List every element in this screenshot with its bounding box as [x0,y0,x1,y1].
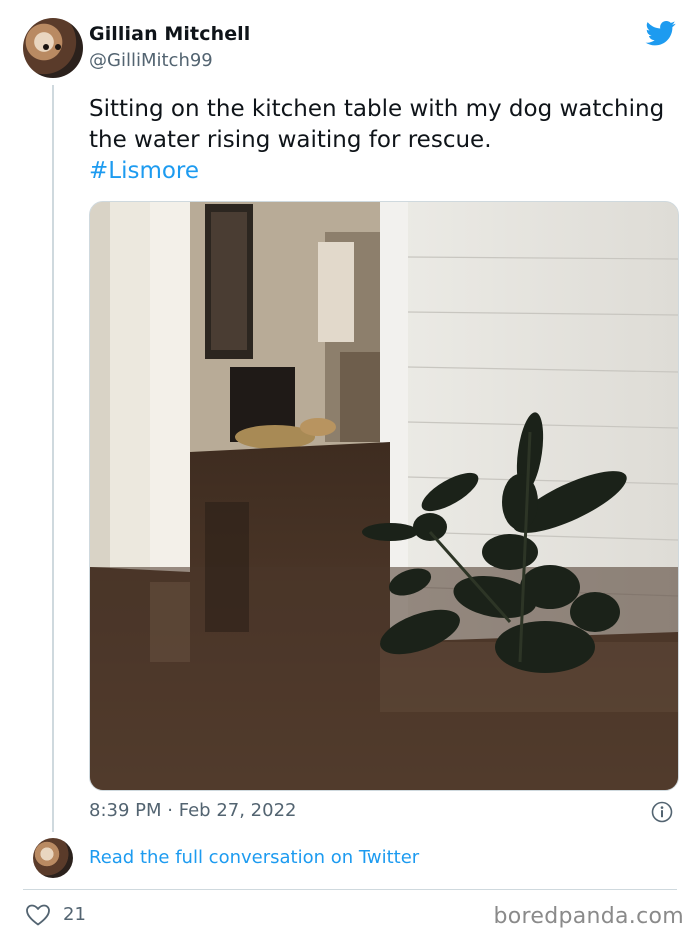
tweet-timestamp[interactable]: 8:39 PM · Feb 27, 2022 [89,800,296,821]
read-conversation-link[interactable]: Read the full conversation on Twitter [89,847,419,868]
author-name[interactable]: Gillian Mitchell [89,23,250,45]
avatar-eye-right [55,44,61,50]
tweet-card: Gillian Mitchell @GilliMitch99 Sitting o… [0,0,700,942]
author-avatar[interactable] [23,18,83,78]
info-icon[interactable] [651,801,673,823]
thread-line [52,85,54,832]
tweet-text: Sitting on the kitchen table with my dog… [89,94,679,187]
watermark: boredpanda.com [493,904,684,929]
timestamp-separator: · [167,800,173,821]
author-avatar-small[interactable] [33,838,73,878]
tweet-media[interactable] [89,201,679,791]
author-handle[interactable]: @GilliMitch99 [89,50,213,71]
divider [23,889,677,890]
tweet-time: 8:39 PM [89,800,162,821]
heart-icon[interactable] [25,903,51,927]
twitter-bird-icon[interactable] [644,18,678,48]
tweet-date: Feb 27, 2022 [178,800,297,821]
avatar-eye-left [43,44,49,50]
flooded-room-photo [90,202,678,790]
like-count: 21 [63,904,86,925]
tweet-body: Sitting on the kitchen table with my dog… [89,96,665,153]
hashtag-link[interactable]: #Lismore [89,158,199,184]
